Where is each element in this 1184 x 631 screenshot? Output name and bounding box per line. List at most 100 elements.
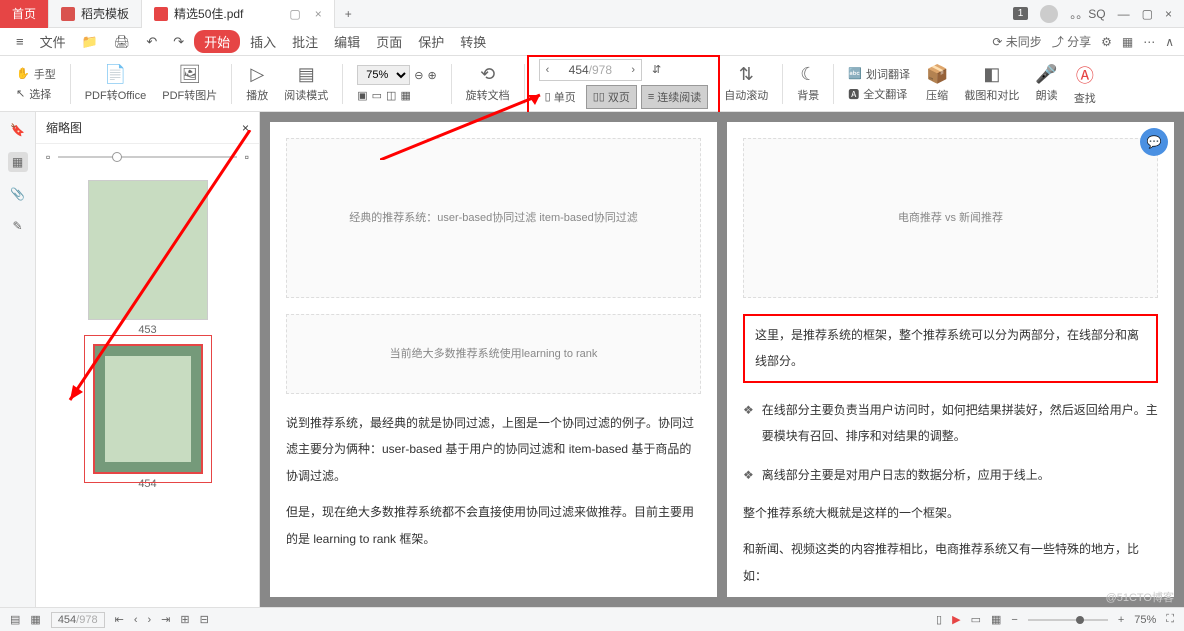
prev-page-button[interactable]: ‹ <box>540 64 556 76</box>
fullscreen-icon[interactable]: ⛶ <box>1166 613 1174 626</box>
close-icon[interactable]: × <box>315 7 322 21</box>
help-icon[interactable]: ▦ <box>1122 35 1133 49</box>
autoscroll-button[interactable]: ⇅自动滚动 <box>718 64 774 103</box>
convert-icon: 📄 <box>104 64 126 85</box>
tab-active-doc[interactable]: 精选50佳.pdf▢× <box>142 0 335 28</box>
menu-annotate[interactable]: 批注 <box>286 30 324 53</box>
page-left: 经典的推荐系统：user-based协同过滤 item-based协同过滤 当前… <box>270 122 717 597</box>
sync-status[interactable]: ⟳ 未同步 <box>992 33 1041 50</box>
thumb-size-slider[interactable] <box>58 156 236 158</box>
zoom-out-icon[interactable]: ⊖ <box>414 69 423 82</box>
page-input[interactable]: 454/978 <box>555 63 625 77</box>
next-page-button[interactable]: › <box>625 64 641 76</box>
full-translate-button[interactable]: 🅰 全文翻译 <box>848 86 910 102</box>
collapse-icon[interactable]: ∧ <box>1165 35 1174 49</box>
attachment-icon[interactable]: 📎 <box>8 184 28 204</box>
status-icon[interactable]: ▦ <box>30 613 40 626</box>
view-mode-icon[interactable]: ▦ <box>991 613 1001 626</box>
share-button[interactable]: ⤴ 分享 <box>1052 33 1091 50</box>
pdf-to-office-button[interactable]: 📄PDF转Office <box>79 64 153 103</box>
tab-template[interactable]: 稻壳模板 <box>49 0 142 28</box>
bookmark-icon[interactable]: 🔖 <box>8 120 28 140</box>
undo-icon[interactable]: ↶ <box>140 32 163 52</box>
next-page-icon[interactable]: › <box>147 614 151 626</box>
hand-tool[interactable]: ✋ 手型 <box>16 66 56 82</box>
view-mode-icon[interactable]: ▯ <box>936 613 942 626</box>
settings-icon[interactable]: ⚙ <box>1101 35 1112 49</box>
tab-minimize-icon[interactable]: ▢ <box>289 7 300 21</box>
prev-page-icon[interactable]: ‹ <box>134 614 138 626</box>
single-page-button[interactable]: ▯ 单页 <box>539 86 582 108</box>
assistant-button[interactable]: 💬 <box>1140 128 1168 156</box>
save-icon[interactable]: 🖨 <box>108 32 137 52</box>
search-icon: Ⓐ <box>1076 62 1094 88</box>
thumbnail-panel-title: 缩略图 <box>46 119 82 136</box>
status-icon[interactable]: ▤ <box>10 613 20 626</box>
view-mode-icon[interactable]: ▶ <box>952 613 960 626</box>
more-icon[interactable]: ⋯ <box>1143 35 1155 49</box>
tab-add-button[interactable]: + <box>335 7 362 21</box>
close-panel-icon[interactable]: × <box>242 121 249 135</box>
compare-button[interactable]: ◧截图和对比 <box>958 64 1025 103</box>
zoom-out-icon[interactable]: − <box>1011 614 1017 626</box>
illustration: 电商推荐 vs 新闻推荐 <box>743 138 1158 298</box>
fit-icon[interactable]: ▣ <box>357 89 367 102</box>
signature-icon[interactable]: ✎ <box>8 216 28 236</box>
redo-icon[interactable]: ↷ <box>167 32 190 52</box>
illustration: 经典的推荐系统：user-based协同过滤 item-based协同过滤 <box>286 138 701 298</box>
notification-badge[interactable]: 1 <box>1013 7 1029 20</box>
menu-hamburger-icon[interactable]: ≡ <box>10 32 30 51</box>
status-page-input[interactable]: 454/978 <box>51 612 105 628</box>
fit-page-icon[interactable]: ▦ <box>400 89 410 102</box>
thumbnail-454[interactable]: 454 <box>36 344 259 490</box>
menu-page[interactable]: 页面 <box>370 30 408 53</box>
window-close-icon[interactable]: × <box>1165 7 1172 21</box>
pdf-icon <box>154 7 168 21</box>
document-viewport[interactable]: 经典的推荐系统：user-based协同过滤 item-based协同过滤 当前… <box>260 112 1184 607</box>
rotate-button[interactable]: ⟲旋转文档 <box>460 64 516 103</box>
read-aloud-button[interactable]: 🎤朗读 <box>1029 64 1063 103</box>
continuous-button[interactable]: ≡ 连续阅读 <box>641 85 708 109</box>
zoom-select[interactable]: 75% <box>357 65 410 85</box>
compress-icon: 📦 <box>926 64 948 85</box>
menu-protect[interactable]: 保护 <box>412 30 450 53</box>
read-mode-button[interactable]: ▤阅读模式 <box>278 64 334 103</box>
avatar[interactable] <box>1040 5 1058 23</box>
menu-start[interactable]: 开始 <box>194 30 240 53</box>
thumb-small-icon[interactable]: ▫ <box>46 150 50 164</box>
nav-dropdown-icon[interactable]: ⇵ <box>652 63 661 76</box>
window-maximize-icon[interactable]: ▢ <box>1142 7 1153 21</box>
menu-file[interactable]: 文件 <box>34 30 72 53</box>
menu-convert[interactable]: 转换 <box>454 30 492 53</box>
menu-insert[interactable]: 插入 <box>244 30 282 53</box>
select-tool[interactable]: ↖ 选择 <box>16 86 56 102</box>
fit-width-icon[interactable]: ▭ <box>372 89 382 102</box>
status-icon[interactable]: ⊟ <box>200 613 209 626</box>
double-page-button[interactable]: ▯▯ 双页 <box>586 85 637 109</box>
pdf-to-image-button[interactable]: 🖼PDF转图片 <box>156 64 223 103</box>
find-button[interactable]: Ⓐ查找 <box>1068 62 1102 106</box>
tab-home[interactable]: 首页 <box>0 0 49 28</box>
compare-icon: ◧ <box>983 64 1000 85</box>
background-button[interactable]: ☾背景 <box>791 64 825 103</box>
thumbnail-453[interactable]: 453 <box>36 180 259 336</box>
menu-edit[interactable]: 编辑 <box>328 30 366 53</box>
first-page-icon[interactable]: ⇤ <box>115 613 124 626</box>
open-icon[interactable]: 📁 <box>76 32 104 52</box>
last-page-icon[interactable]: ⇥ <box>161 613 170 626</box>
actual-size-icon[interactable]: ◫ <box>386 89 396 102</box>
dict-translate-button[interactable]: 🔤 划词翻译 <box>848 66 910 82</box>
zoom-level[interactable]: 75% <box>1134 614 1156 626</box>
thumbnails-icon[interactable]: ▦ <box>8 152 28 172</box>
window-minimize-icon[interactable]: — <box>1118 7 1130 21</box>
status-icon[interactable]: ⊞ <box>180 613 189 626</box>
zoom-in-icon[interactable]: ⊕ <box>427 69 436 82</box>
scroll-icon: ⇅ <box>739 64 754 85</box>
view-mode-icon[interactable]: ▭ <box>971 613 981 626</box>
compress-button[interactable]: 📦压缩 <box>920 64 954 103</box>
thumb-large-icon[interactable]: ▫ <box>245 150 249 164</box>
zoom-slider[interactable] <box>1028 619 1108 621</box>
highlighted-text: 这里，是推荐系统的框架，整个推荐系统可以分为两部分，在线部分和离线部分。 <box>743 314 1158 383</box>
play-button[interactable]: ▷播放 <box>240 64 274 103</box>
zoom-in-icon[interactable]: + <box>1118 614 1124 626</box>
